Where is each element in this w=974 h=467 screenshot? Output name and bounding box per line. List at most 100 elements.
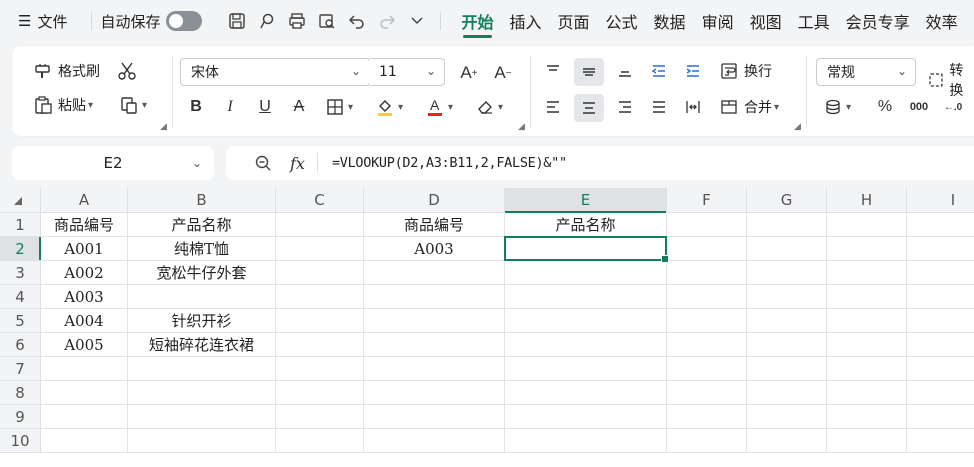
cell-f2[interactable] [667, 237, 747, 261]
cell-g4[interactable] [747, 285, 827, 309]
cell-d7[interactable] [364, 357, 505, 381]
cell-d10[interactable] [364, 429, 505, 453]
cell-c9[interactable] [276, 405, 364, 429]
cell-g3[interactable] [747, 261, 827, 285]
autosave-toggle[interactable]: 自动保存 [100, 11, 203, 32]
cell-i5[interactable] [907, 309, 974, 333]
cell-h9[interactable] [827, 405, 907, 429]
row-header-10[interactable]: 10 [0, 429, 41, 453]
cell-a10[interactable] [41, 429, 128, 453]
cell-e10[interactable] [505, 429, 667, 453]
cell-i9[interactable] [907, 405, 974, 429]
font-color-button[interactable]: A ▾ [424, 96, 453, 118]
cell-d2[interactable]: A003 [364, 237, 505, 261]
format-painter-button[interactable]: 格式刷 [32, 60, 100, 82]
cell-a3[interactable]: A002 [41, 261, 128, 285]
cell-e6[interactable] [505, 333, 667, 357]
strikethrough-button[interactable]: A [288, 96, 310, 118]
row-header-2[interactable]: 2 [0, 237, 41, 261]
cell-b1[interactable]: 产品名称 [128, 213, 276, 237]
cell-c8[interactable] [276, 381, 364, 405]
row-header-5[interactable]: 5 [0, 309, 41, 333]
cell-e1[interactable]: 产品名称 [505, 213, 667, 237]
active-cell-cursor[interactable] [504, 236, 669, 263]
align-bottom-button[interactable] [614, 60, 636, 82]
cell-g7[interactable] [747, 357, 827, 381]
tab-tools[interactable]: 工具 [790, 0, 838, 42]
increase-decimal-button[interactable]: ←.0 [942, 96, 964, 118]
row-header-1[interactable]: 1 [0, 213, 41, 237]
cell-g2[interactable] [747, 237, 827, 261]
cell-b8[interactable] [128, 381, 276, 405]
cell-b2[interactable]: 纯棉T恤 [128, 237, 276, 261]
cell-f6[interactable] [667, 333, 747, 357]
tab-view[interactable]: 视图 [742, 0, 790, 42]
row-header-6[interactable]: 6 [0, 333, 41, 357]
undo-icon[interactable] [342, 6, 372, 36]
increase-indent-button[interactable] [682, 60, 704, 82]
cell-a1[interactable]: 商品编号 [41, 213, 128, 237]
cell-h6[interactable] [827, 333, 907, 357]
cell-c2[interactable] [276, 237, 364, 261]
font-size-select[interactable]: 11 ⌄ [369, 58, 445, 86]
font-launcher-icon[interactable]: ◢ [518, 122, 525, 132]
cell-i3[interactable] [907, 261, 974, 285]
column-header-b[interactable]: B [128, 188, 276, 213]
column-header-a[interactable]: A [41, 188, 128, 213]
cell-g5[interactable] [747, 309, 827, 333]
cell-c6[interactable] [276, 333, 364, 357]
cut-button[interactable] [116, 60, 138, 82]
cell-a9[interactable] [41, 405, 128, 429]
cell-e8[interactable] [505, 381, 667, 405]
cell-e4[interactable] [505, 285, 667, 309]
print-preview-icon[interactable] [312, 6, 342, 36]
italic-button[interactable]: I [219, 96, 241, 118]
align-right-button[interactable] [614, 96, 636, 118]
cell-b7[interactable] [128, 357, 276, 381]
cell-d9[interactable] [364, 405, 505, 429]
paste-button[interactable]: 粘贴 ▾ [32, 94, 93, 116]
cell-e9[interactable] [505, 405, 667, 429]
font-name-select[interactable]: 宋体 ⌄ [180, 58, 370, 86]
cell-c4[interactable] [276, 285, 364, 309]
clear-button[interactable]: ▾ [474, 96, 503, 118]
cell-e5[interactable] [505, 309, 667, 333]
cell-c5[interactable] [276, 309, 364, 333]
cell-d6[interactable] [364, 333, 505, 357]
distributed-button[interactable] [682, 96, 704, 118]
percent-button[interactable]: % [874, 96, 896, 118]
cell-d8[interactable] [364, 381, 505, 405]
cell-f1[interactable] [667, 213, 747, 237]
cell-f4[interactable] [667, 285, 747, 309]
function-icon[interactable]: fx [290, 154, 305, 173]
cell-h10[interactable] [827, 429, 907, 453]
number-format-select[interactable]: 常规 ⌄ [816, 58, 916, 86]
column-header-g[interactable]: G [747, 188, 827, 213]
print-icon[interactable] [282, 6, 312, 36]
underline-button[interactable]: U [254, 96, 276, 118]
cell-c7[interactable] [276, 357, 364, 381]
formula-bar[interactable]: fx =VLOOKUP(D2,A3:B11,2,FALSE)&"" [226, 146, 974, 180]
justify-button[interactable] [648, 96, 670, 118]
align-top-button[interactable] [542, 60, 564, 82]
cell-b5[interactable]: 针织开衫 [128, 309, 276, 333]
borders-button[interactable]: ▾ [324, 96, 353, 118]
column-header-f[interactable]: F [667, 188, 747, 213]
name-box[interactable]: E2 ⌄ [12, 146, 214, 180]
formula-input[interactable]: =VLOOKUP(D2,A3:B11,2,FALSE)&"" [332, 155, 567, 171]
column-header-d[interactable]: D [364, 188, 505, 213]
cell-e7[interactable] [505, 357, 667, 381]
cell-f8[interactable] [667, 381, 747, 405]
file-menu[interactable]: ☰ 文件 [18, 11, 67, 32]
zoom-search-icon[interactable] [254, 154, 272, 172]
cell-h4[interactable] [827, 285, 907, 309]
autosave-switch[interactable] [166, 11, 203, 31]
select-all-corner[interactable] [0, 188, 41, 213]
cell-i4[interactable] [907, 285, 974, 309]
tab-data[interactable]: 数据 [646, 0, 694, 42]
cell-b6[interactable]: 短袖碎花连衣裙 [128, 333, 276, 357]
align-left-button[interactable] [542, 96, 564, 118]
merge-button[interactable]: 合并 ▾ [718, 96, 779, 118]
cell-f3[interactable] [667, 261, 747, 285]
cell-i10[interactable] [907, 429, 974, 453]
